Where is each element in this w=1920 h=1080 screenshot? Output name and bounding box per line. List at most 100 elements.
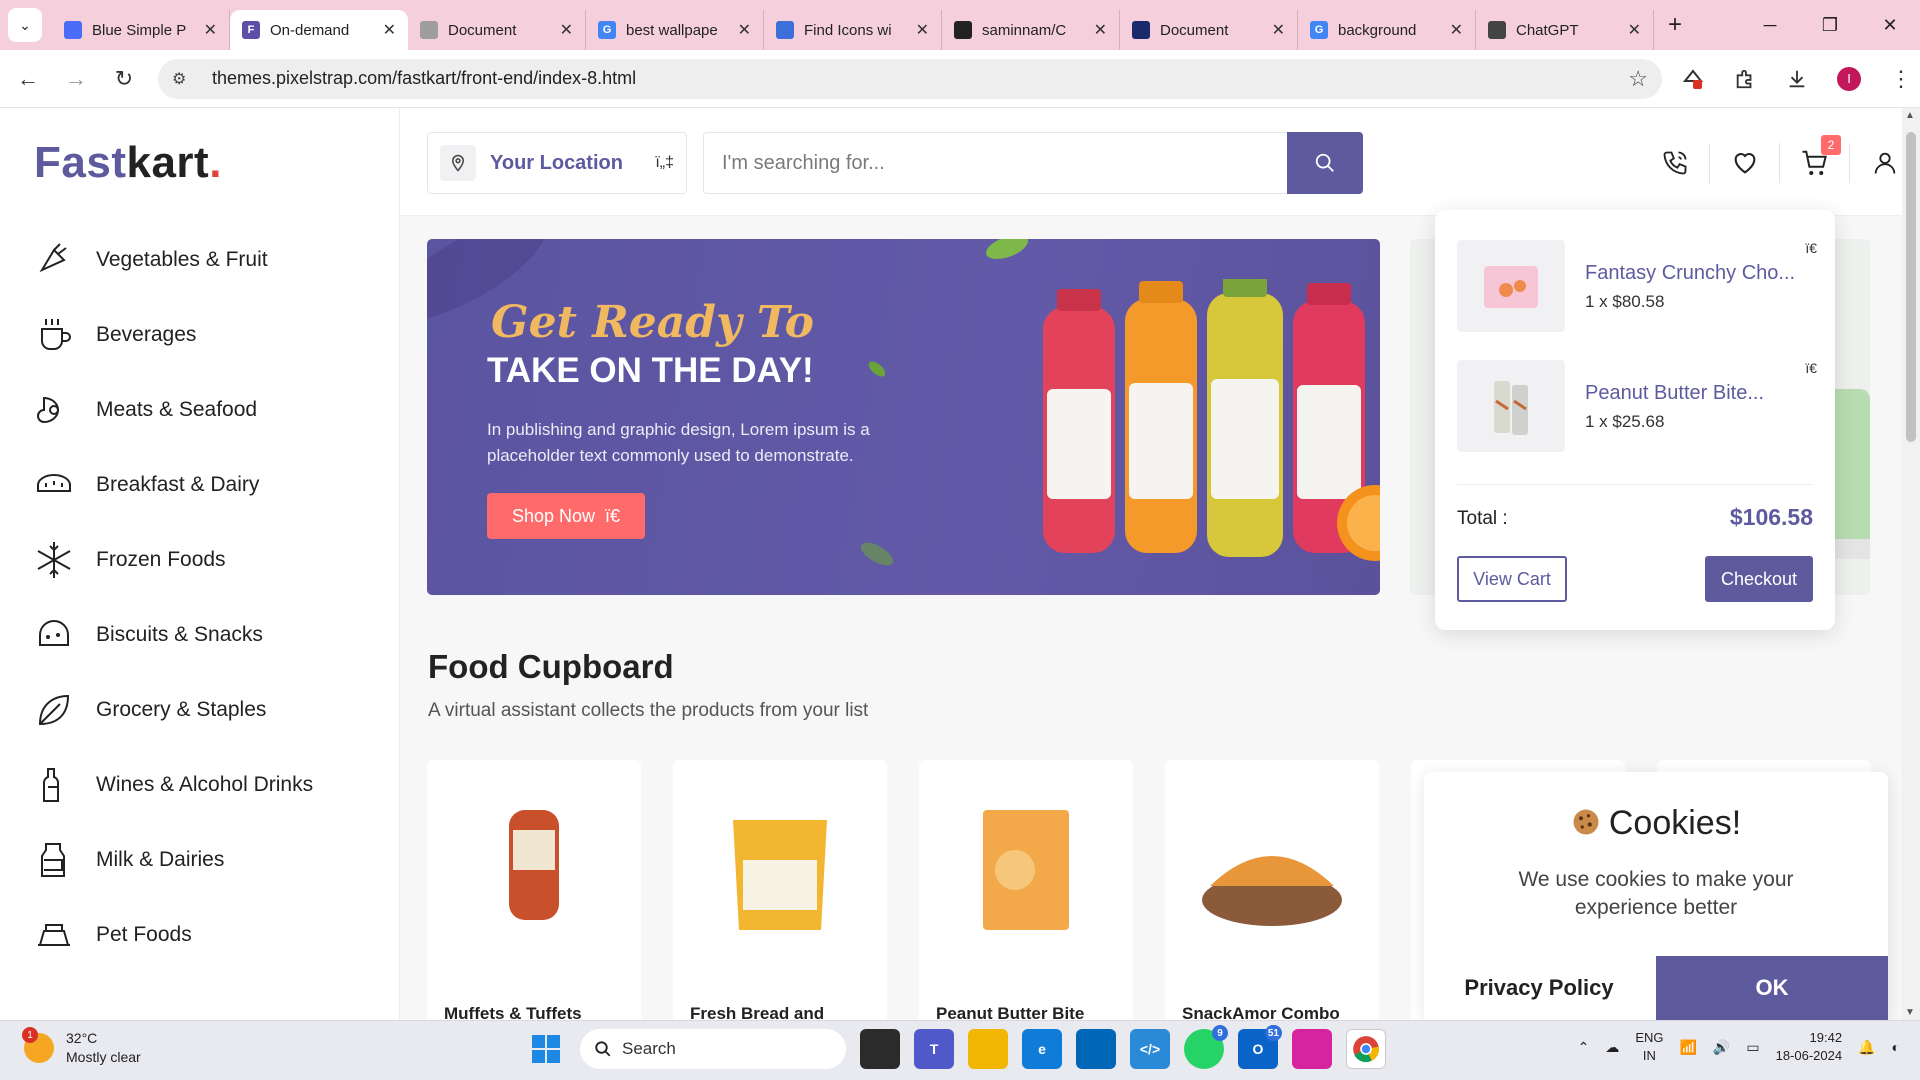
product-image[interactable]: [427, 790, 641, 940]
product-image[interactable]: [919, 790, 1133, 940]
tab-search-dropdown[interactable]: ⌄: [8, 8, 42, 42]
category-item[interactable]: Pet Foods: [34, 897, 313, 972]
bookmark-star-icon[interactable]: ☆: [1628, 66, 1648, 92]
location-dropdown-icon[interactable]: ï„‡: [655, 154, 674, 172]
wishlist-heart-icon[interactable]: [1710, 143, 1780, 183]
vscode-icon[interactable]: </>: [1130, 1029, 1170, 1069]
scroll-thumb[interactable]: [1906, 132, 1916, 442]
restore-button[interactable]: ❐: [1800, 0, 1860, 50]
copilot-icon[interactable]: ◐: [1892, 1039, 1900, 1055]
tab-close-icon[interactable]: ✕: [738, 20, 751, 40]
category-item[interactable]: Vegetables & Fruit: [34, 222, 313, 297]
battery-icon[interactable]: ▭: [1746, 1039, 1759, 1056]
tab-close-icon[interactable]: ✕: [383, 20, 396, 40]
teams-icon[interactable]: T: [914, 1029, 954, 1069]
browser-menu-icon[interactable]: ⋮: [1886, 64, 1916, 94]
product-image[interactable]: [673, 790, 887, 940]
scroll-up-arrow-icon[interactable]: ▲: [1905, 110, 1915, 121]
category-item[interactable]: Frozen Foods: [34, 522, 313, 597]
tray-chevron-icon[interactable]: ⌃: [1578, 1039, 1590, 1056]
outlook-icon[interactable]: O 51: [1238, 1025, 1282, 1069]
privacy-policy-button[interactable]: Privacy Policy: [1424, 956, 1654, 1020]
cart-item-image[interactable]: [1457, 360, 1565, 452]
tab-close-icon[interactable]: ✕: [204, 20, 217, 40]
notification-bell-icon[interactable]: 🔔: [1858, 1039, 1875, 1056]
cookie-ok-button[interactable]: OK: [1656, 956, 1888, 1020]
tab-close-icon[interactable]: ✕: [1272, 20, 1285, 40]
hero-banner[interactable]: Get Ready To TAKE ON THE DAY! In publish…: [427, 239, 1380, 595]
tab-close-icon[interactable]: ✕: [916, 20, 929, 40]
tab-close-icon[interactable]: ✕: [560, 20, 573, 40]
browser-tab[interactable]: Gbackground ✕: [1298, 10, 1476, 50]
browser-tab[interactable]: F On-demand ✕: [230, 10, 408, 50]
view-cart-button[interactable]: View Cart: [1457, 556, 1567, 602]
clock[interactable]: 19:42 18-06-2024: [1776, 1029, 1843, 1065]
cart-item-name[interactable]: Fantasy Crunchy Cho...: [1585, 262, 1795, 285]
volume-icon[interactable]: 🔊: [1713, 1039, 1730, 1056]
windows-start-icon[interactable]: [526, 1029, 566, 1069]
tab-close-icon[interactable]: ✕: [1628, 20, 1641, 40]
cart-item-image[interactable]: [1457, 240, 1565, 332]
fastkart-logo[interactable]: Fastkart.: [34, 138, 222, 188]
phone-icon[interactable]: [1640, 143, 1710, 183]
checkout-button[interactable]: Checkout: [1705, 556, 1813, 602]
category-item[interactable]: Breakfast & Dairy: [34, 447, 313, 522]
product-card[interactable]: SnackAmor Combo: [1165, 760, 1379, 1020]
instagram-icon[interactable]: [1292, 1029, 1332, 1069]
reload-button[interactable]: ↻: [104, 59, 144, 99]
profile-avatar[interactable]: I: [1834, 64, 1864, 94]
remove-item-icon[interactable]: ï€: [1805, 360, 1817, 376]
omnibox[interactable]: ⚙ themes.pixelstrap.com/fastkart/front-e…: [158, 58, 1662, 99]
site-info-icon[interactable]: ⚙: [172, 69, 200, 89]
store-icon[interactable]: [1076, 1029, 1116, 1069]
category-item[interactable]: Wines & Alcohol Drinks: [34, 747, 313, 822]
taskbar-search[interactable]: Search: [580, 1029, 846, 1069]
extension-alert-icon[interactable]: [1678, 64, 1708, 94]
browser-tab[interactable]: Find Icons wi ✕: [764, 10, 942, 50]
product-card[interactable]: Fresh Bread and: [673, 760, 887, 1020]
browser-tab[interactable]: saminnam/C ✕: [942, 10, 1120, 50]
search-button[interactable]: [1287, 132, 1363, 194]
scroll-down-arrow-icon[interactable]: ▼: [1905, 1007, 1915, 1018]
weather-widget[interactable]: 1 32°C Mostly clear: [22, 1027, 141, 1067]
tab-close-icon[interactable]: ✕: [1094, 20, 1107, 40]
browser-tab[interactable]: ChatGPT ✕: [1476, 10, 1654, 50]
extensions-puzzle-icon[interactable]: [1730, 64, 1760, 94]
product-name[interactable]: Peanut Butter Bite: [936, 1004, 1084, 1020]
whatsapp-icon[interactable]: 9: [1184, 1025, 1228, 1069]
downloads-icon[interactable]: [1782, 64, 1812, 94]
search-input[interactable]: [704, 133, 1287, 193]
tab-close-icon[interactable]: ✕: [1450, 20, 1463, 40]
file-explorer-icon[interactable]: [968, 1029, 1008, 1069]
shop-now-button[interactable]: Shop Now ï€: [487, 493, 645, 539]
wifi-icon[interactable]: 📶: [1679, 1039, 1696, 1056]
cart-icon[interactable]: 2: [1780, 135, 1850, 183]
edge-icon[interactable]: e: [1022, 1029, 1062, 1069]
category-item[interactable]: Grocery & Staples: [34, 672, 313, 747]
browser-tab[interactable]: Blue Simple P ✕: [52, 10, 230, 50]
product-card[interactable]: Peanut Butter Bite: [919, 760, 1133, 1020]
onedrive-cloud-icon[interactable]: ☁: [1605, 1039, 1619, 1056]
category-item[interactable]: Biscuits & Snacks: [34, 597, 313, 672]
page-scrollbar[interactable]: ▲ ▼: [1902, 108, 1920, 1020]
new-tab-button[interactable]: +: [1668, 11, 1682, 39]
remove-item-icon[interactable]: ï€: [1805, 240, 1817, 256]
task-view-icon[interactable]: [860, 1029, 900, 1069]
category-item[interactable]: Meats & Seafood: [34, 372, 313, 447]
cart-item-name[interactable]: Peanut Butter Bite...: [1585, 382, 1764, 405]
category-item[interactable]: Beverages: [34, 297, 313, 372]
category-item[interactable]: Milk & Dairies: [34, 822, 313, 897]
close-window-button[interactable]: ✕: [1860, 0, 1920, 50]
product-name[interactable]: Muffets & Tuffets: [444, 1004, 582, 1020]
forward-button[interactable]: →: [56, 59, 96, 99]
back-button[interactable]: ←: [8, 59, 48, 99]
chrome-icon[interactable]: [1346, 1029, 1386, 1069]
product-card[interactable]: Muffets & Tuffets: [427, 760, 641, 1020]
product-name[interactable]: Fresh Bread and: [690, 1004, 824, 1020]
url-text[interactable]: themes.pixelstrap.com/fastkart/front-end…: [212, 68, 1628, 89]
language-indicator[interactable]: ENG IN: [1635, 1029, 1663, 1065]
browser-tab[interactable]: Document ✕: [408, 10, 586, 50]
product-name[interactable]: SnackAmor Combo: [1182, 1004, 1340, 1020]
minimize-button[interactable]: ─: [1740, 0, 1800, 50]
location-selector[interactable]: Your Location ï„‡: [427, 132, 687, 194]
